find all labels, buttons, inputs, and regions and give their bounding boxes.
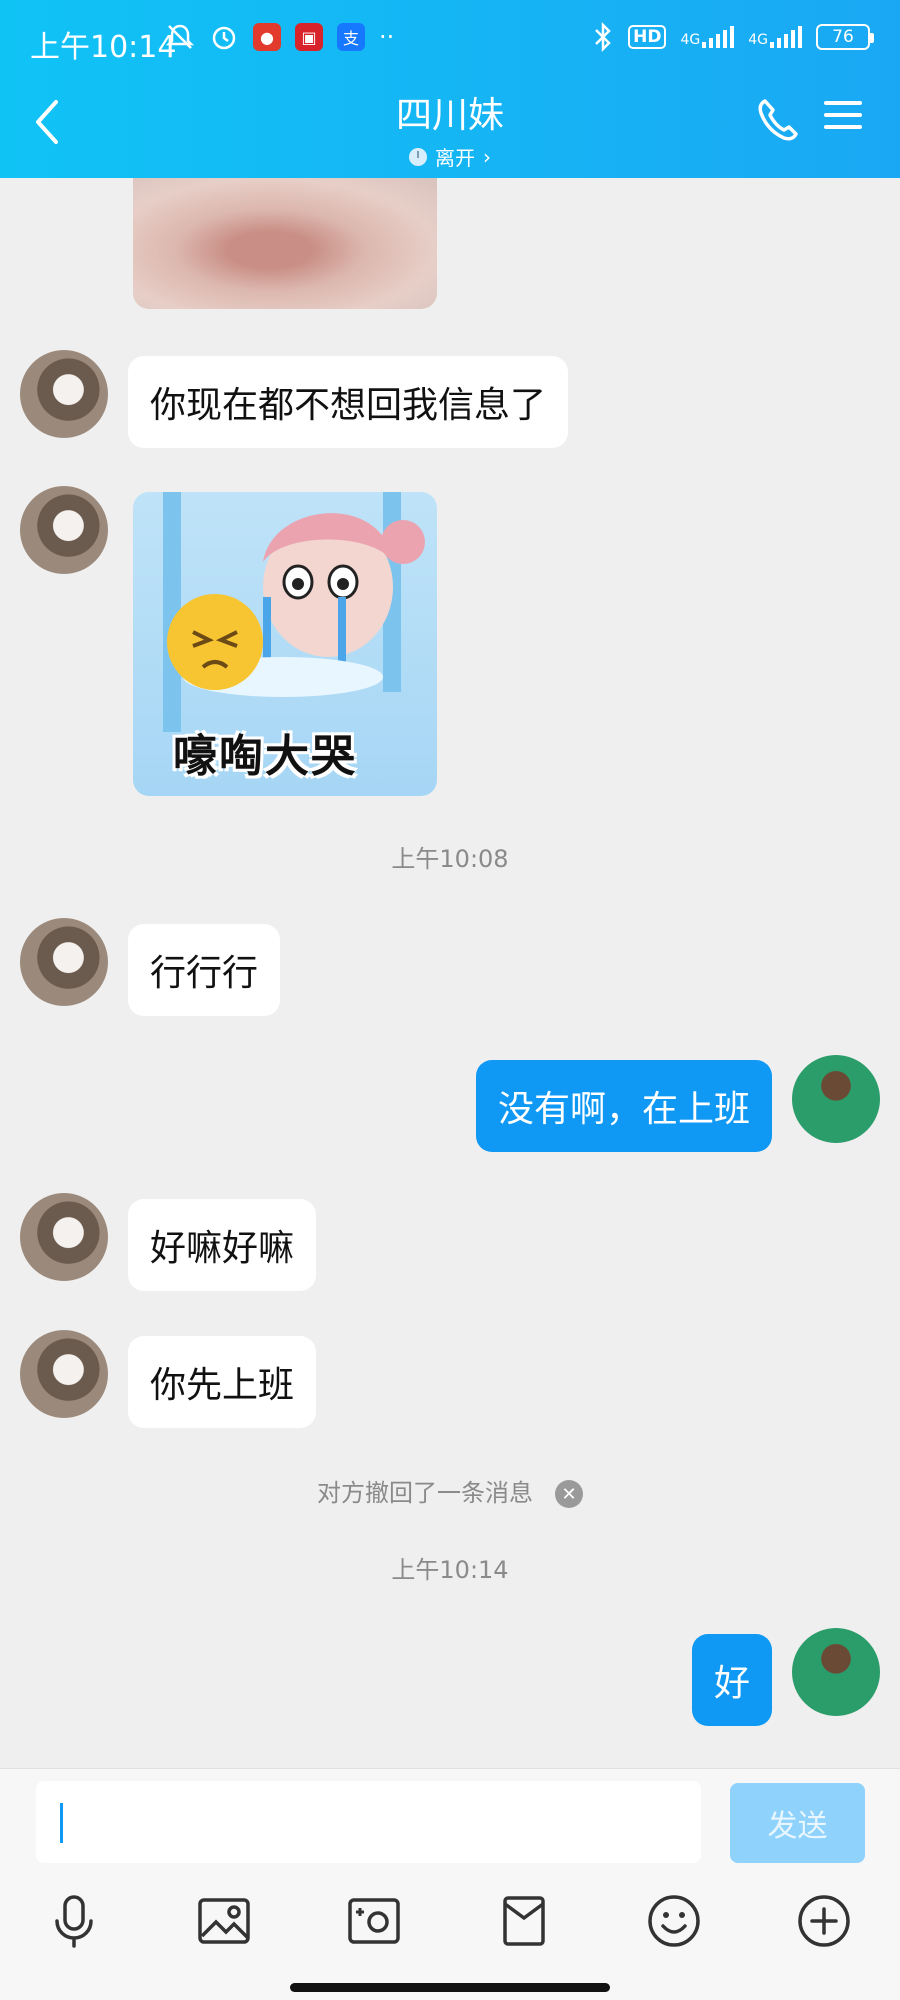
signal-strength-icon <box>770 26 802 48</box>
network-type-1: 4G <box>680 32 701 48</box>
message-bubble-sent[interactable]: 好 <box>691 1634 772 1726</box>
plus-icon <box>798 1895 850 1947</box>
microphone-icon <box>55 1895 93 1948</box>
image-button[interactable] <box>192 1889 256 1953</box>
chat-header: 上午10:14 ● ▣ 支 ·· HD 4G 4G 76 四川妹 离开 › <box>0 0 900 178</box>
hd-badge: HD <box>628 25 667 49</box>
status-system-icons: HD 4G 4G 76 <box>592 22 874 52</box>
dismiss-recall-icon[interactable]: ✕ <box>555 1480 583 1508</box>
message-list[interactable]: 你现在都不想回我信息了 嚎啕大哭 上午10:08 行行行 没有啊，在上班 好嘛好… <box>0 178 900 1768</box>
clock-icon <box>409 147 427 166</box>
status-bar: 上午10:14 ● ▣ 支 ·· HD 4G 4G 76 <box>0 0 900 80</box>
send-button[interactable]: 发送 <box>730 1783 865 1863</box>
bluetooth-icon <box>595 22 611 52</box>
contact-avatar[interactable] <box>20 918 108 1006</box>
composer-toolbar <box>0 1889 900 1969</box>
voice-input-button[interactable] <box>42 1889 106 1953</box>
image-icon <box>198 1898 250 1944</box>
user-avatar[interactable] <box>792 1055 880 1143</box>
hamburger-menu-icon <box>824 101 862 129</box>
alipay-app-icon: 支 <box>337 23 365 51</box>
emoji-button[interactable] <box>642 1889 706 1953</box>
message-bubble[interactable]: 行行行 <box>128 924 281 1016</box>
red-packet-icon <box>503 1896 545 1946</box>
contact-avatar[interactable] <box>20 1330 108 1418</box>
camera-icon <box>348 1898 400 1944</box>
message-bubble-sent[interactable]: 没有啊，在上班 <box>475 1060 772 1152</box>
contact-avatar[interactable] <box>20 350 108 438</box>
message-bubble[interactable]: 你先上班 <box>128 1336 317 1428</box>
battery-indicator: 76 <box>816 24 874 50</box>
more-notifications-icon: ·· <box>379 23 395 51</box>
chevron-right-icon: › <box>483 144 491 169</box>
camera-button[interactable] <box>342 1889 406 1953</box>
recall-notice: 对方撤回了一条消息 ✕ <box>0 1473 900 1508</box>
home-indicator[interactable] <box>290 1983 610 1992</box>
alarm-clock-icon <box>212 26 236 50</box>
user-avatar[interactable] <box>792 1628 880 1716</box>
photo-message[interactable] <box>133 178 437 309</box>
menu-button[interactable] <box>822 95 872 150</box>
message-composer: 发送 <box>0 1768 900 2000</box>
silent-bell-icon <box>165 24 195 49</box>
network-type-2: 4G <box>748 32 768 48</box>
red-packet-button[interactable] <box>492 1889 556 1953</box>
text-caret <box>60 1803 63 1843</box>
presence-status[interactable]: 离开 › <box>409 142 491 171</box>
message-bubble[interactable]: 好嘛好嘛 <box>128 1199 317 1291</box>
message-input[interactable] <box>36 1781 701 1863</box>
music-app-icon: ● <box>253 23 281 51</box>
news-app-icon: ▣ <box>295 23 323 51</box>
signal-strength-icon <box>702 26 735 48</box>
presence-label: 离开 <box>435 146 475 170</box>
more-options-button[interactable] <box>792 1889 856 1953</box>
status-time: 上午10:14 <box>30 30 177 65</box>
message-timestamp: 上午10:08 <box>391 845 509 873</box>
voice-call-button[interactable] <box>755 95 805 150</box>
sticker-caption: 嚎啕大哭 <box>173 731 357 782</box>
message-bubble[interactable]: 你现在都不想回我信息了 <box>128 356 569 448</box>
status-notification-icons: ● ▣ 支 ·· <box>165 22 394 52</box>
recall-text: 对方撤回了一条消息 <box>317 1479 533 1507</box>
message-timestamp: 上午10:14 <box>391 1556 509 1584</box>
emoji-icon <box>648 1895 700 1947</box>
contact-avatar[interactable] <box>20 1193 108 1281</box>
sticker-message[interactable]: 嚎啕大哭 <box>133 492 437 796</box>
phone-icon <box>758 99 798 141</box>
contact-avatar[interactable] <box>20 486 108 574</box>
